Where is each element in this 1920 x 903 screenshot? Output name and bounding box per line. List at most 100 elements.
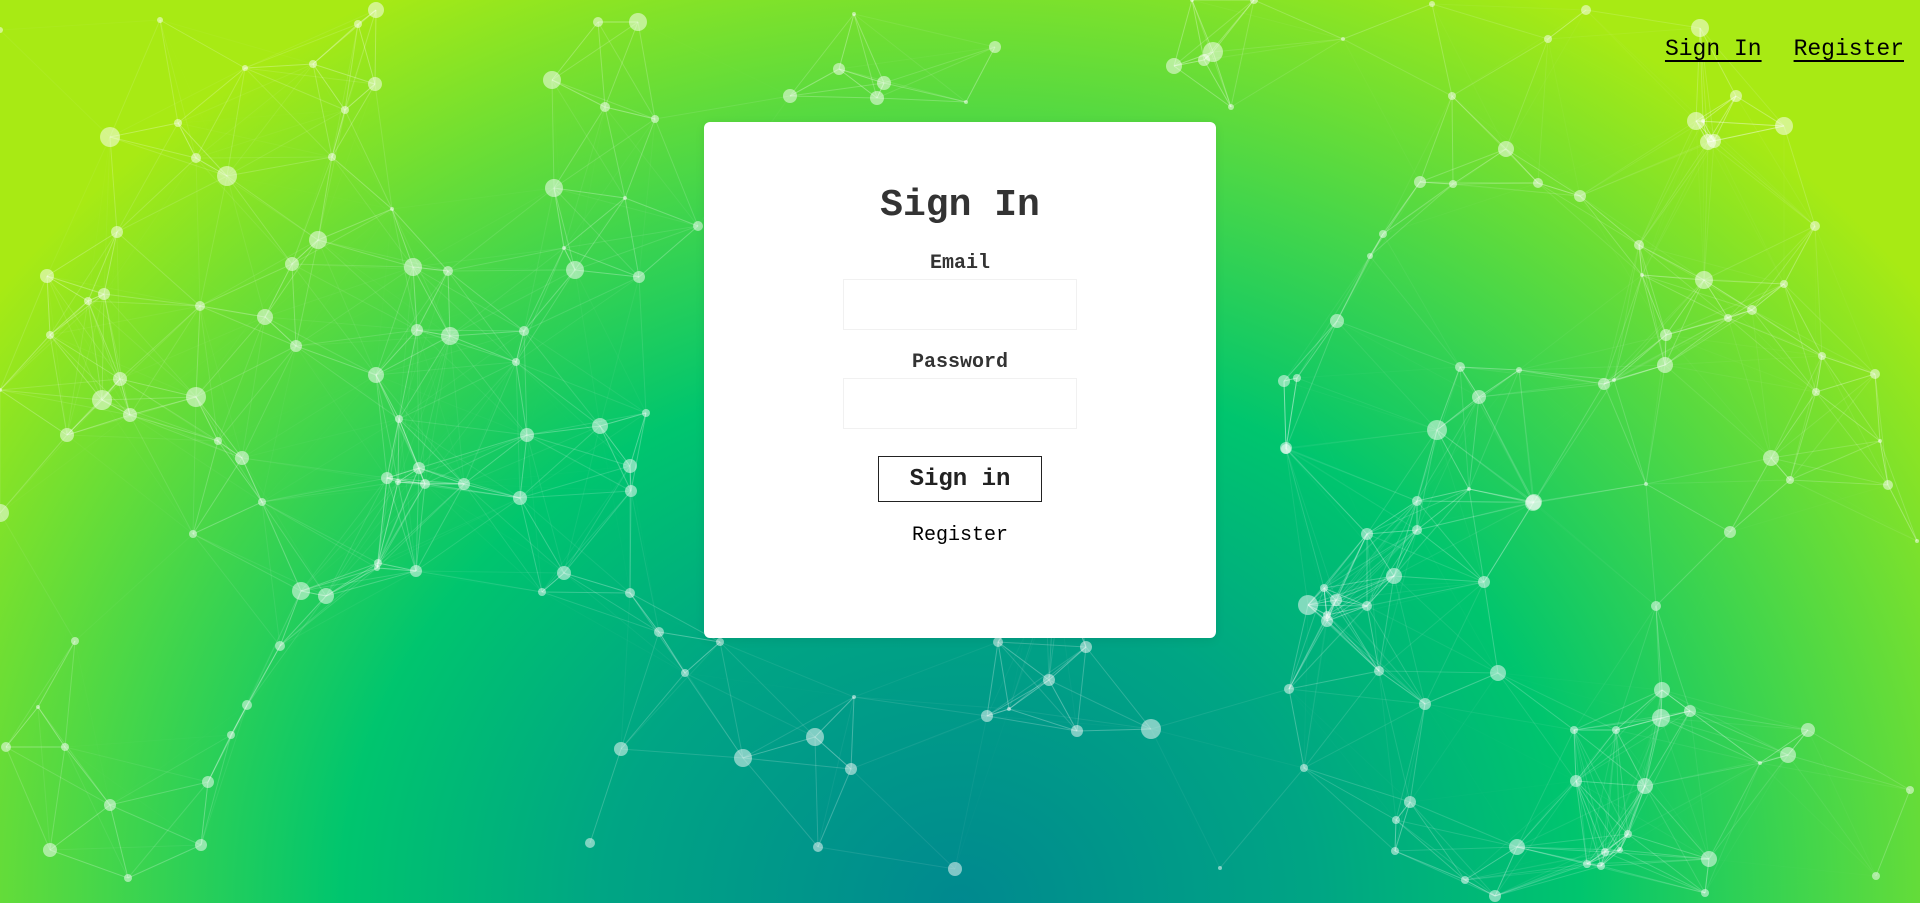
network-link — [374, 9, 377, 85]
network-link — [109, 734, 232, 806]
network-node — [813, 842, 823, 852]
network-link — [575, 119, 655, 270]
network-link — [620, 748, 744, 759]
network-link — [1789, 479, 1889, 486]
network-link — [1516, 729, 1617, 848]
network-node — [1412, 525, 1422, 535]
network-link — [1689, 710, 1789, 756]
network-node — [1374, 666, 1384, 676]
network-link — [1382, 148, 1507, 235]
network-link — [1150, 728, 1221, 869]
email-field[interactable] — [843, 279, 1077, 330]
network-link — [1664, 317, 1729, 366]
network-node — [1570, 726, 1578, 734]
network-node — [734, 749, 752, 767]
nav-register-link[interactable]: Register — [1794, 36, 1904, 62]
network-link — [1783, 225, 1816, 285]
network-node — [1660, 329, 1672, 341]
network-link — [1664, 283, 1785, 366]
network-link — [195, 157, 201, 307]
network-node — [1724, 526, 1736, 538]
network-link — [817, 846, 956, 870]
network-node — [1509, 839, 1525, 855]
network-node — [174, 119, 182, 127]
network-link — [159, 19, 246, 69]
network-link — [1642, 121, 1703, 275]
network-node — [124, 874, 132, 882]
network-link — [1518, 369, 1615, 381]
network-link — [177, 122, 197, 159]
network-link — [300, 477, 388, 592]
network-link — [0, 512, 76, 642]
network-node — [693, 221, 703, 231]
network-link — [1336, 255, 1371, 322]
network-node — [1657, 357, 1673, 373]
network-link — [1173, 0, 1193, 67]
register-link[interactable]: Register — [704, 524, 1216, 547]
network-node — [1695, 271, 1713, 289]
network-link — [1516, 729, 1575, 848]
network-link — [1410, 781, 1576, 802]
nav-signin-link[interactable]: Sign In — [1665, 36, 1762, 62]
network-node — [585, 838, 595, 848]
network-link — [986, 715, 1078, 732]
network-link — [199, 175, 228, 307]
network-link — [838, 68, 967, 103]
network-link — [0, 434, 68, 514]
network-node — [783, 89, 797, 103]
network-link — [331, 83, 376, 158]
network-link — [541, 591, 631, 594]
network-link — [1808, 730, 1876, 876]
network-link — [554, 22, 598, 188]
network-link — [264, 316, 377, 376]
network-node — [1362, 601, 1372, 611]
network-link — [789, 95, 878, 99]
network-link — [449, 247, 565, 337]
network-link — [49, 305, 201, 336]
network-node — [410, 565, 422, 577]
signin-button[interactable]: Sign in — [878, 456, 1042, 502]
network-node — [870, 91, 884, 105]
network-link — [638, 225, 699, 278]
network-link — [519, 412, 647, 499]
network-node — [1780, 747, 1796, 763]
network-link — [1378, 670, 1397, 821]
network-node — [71, 637, 79, 645]
network-link — [116, 175, 228, 233]
network-link — [199, 305, 219, 442]
network-link — [838, 68, 878, 99]
network-link — [1703, 141, 1709, 281]
network-link — [177, 122, 333, 158]
network-link — [463, 361, 517, 485]
network-node — [381, 472, 393, 484]
network-link — [1506, 10, 1586, 149]
network-node — [1461, 876, 1469, 884]
network-node — [1198, 54, 1210, 66]
network-node — [513, 491, 527, 505]
network-link — [231, 591, 301, 735]
network-link — [295, 345, 400, 420]
network-link — [1394, 703, 1426, 852]
network-link — [654, 95, 791, 120]
network-link — [1573, 710, 1691, 731]
network-link — [563, 572, 660, 633]
network-link — [1783, 283, 1823, 357]
network-link — [1285, 429, 1438, 449]
network-link — [231, 596, 326, 735]
network-node — [1872, 872, 1880, 880]
network-link — [109, 122, 179, 138]
network-link — [563, 118, 656, 249]
network-link — [1714, 141, 1752, 310]
network-node — [202, 776, 214, 788]
network-link — [1645, 483, 1657, 607]
network-node — [1544, 35, 1552, 43]
network-node — [600, 102, 610, 112]
network-link — [620, 672, 686, 750]
network-node — [214, 437, 222, 445]
network-link — [413, 188, 554, 267]
network-node — [1278, 375, 1290, 387]
network-link — [0, 293, 105, 391]
network-link — [1729, 479, 1791, 533]
network-link — [1498, 606, 1656, 673]
password-field[interactable] — [843, 378, 1077, 429]
